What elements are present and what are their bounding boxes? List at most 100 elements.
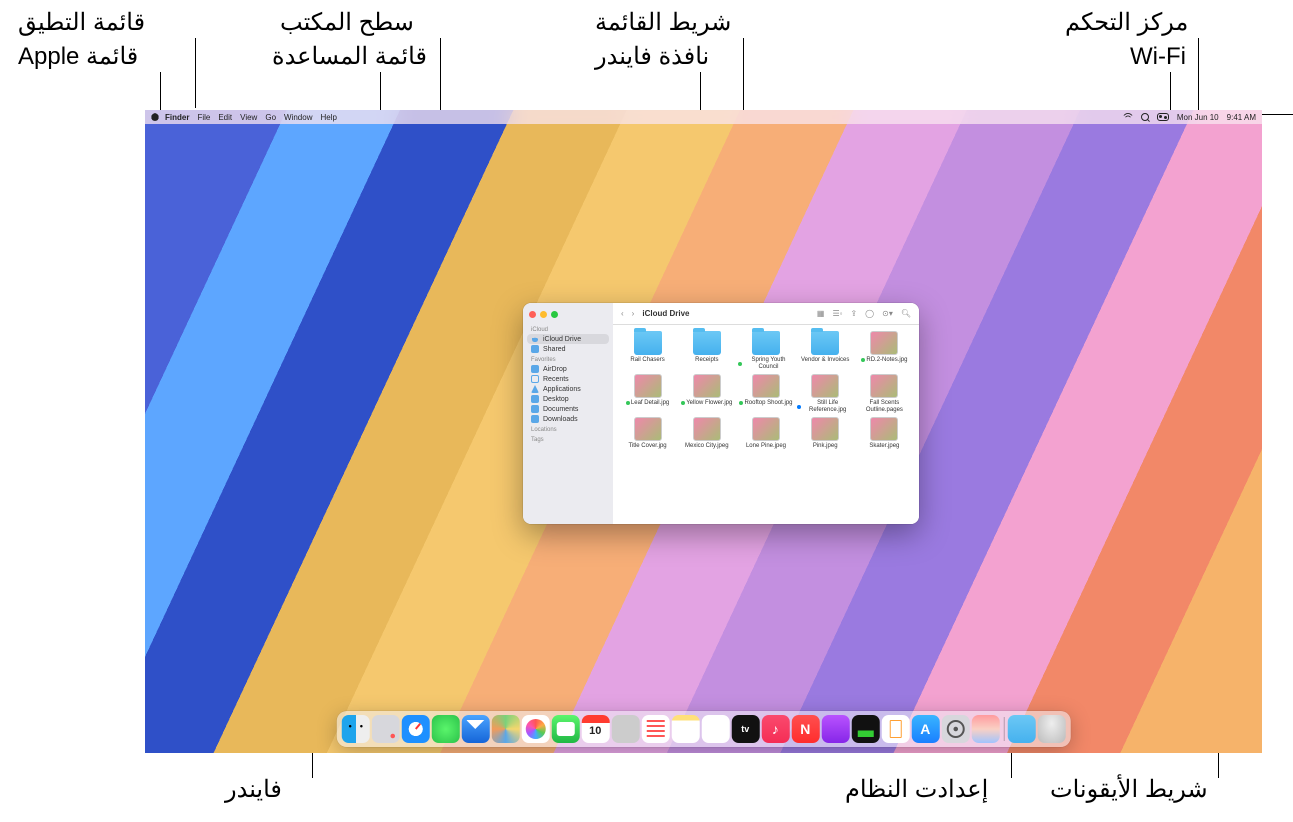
image-thumbnail-icon bbox=[693, 374, 721, 398]
file-item[interactable]: Mexico City.jpeg bbox=[678, 417, 735, 450]
dock-app-photos[interactable] bbox=[521, 715, 549, 743]
menubar-time[interactable]: 9:41 AM bbox=[1227, 113, 1256, 122]
sidebar-section-label: iCloud bbox=[523, 324, 613, 334]
dock-app-colors[interactable] bbox=[971, 715, 999, 743]
close-button[interactable] bbox=[529, 311, 536, 318]
sidebar-item-downloads[interactable]: Downloads bbox=[523, 414, 613, 424]
back-button[interactable]: ‹ bbox=[621, 309, 624, 318]
file-item[interactable]: Vendor & Invoices bbox=[797, 331, 854, 370]
sidebar-item-applications[interactable]: Applications bbox=[523, 384, 613, 394]
file-label: Vendor & Invoices bbox=[801, 357, 849, 364]
sidebar-section-label: Locations bbox=[523, 424, 613, 434]
dock-app-tv[interactable] bbox=[731, 715, 759, 743]
control-center-icon[interactable] bbox=[1157, 113, 1169, 121]
menu-edit[interactable]: Edit bbox=[218, 113, 232, 122]
file-item[interactable]: Title Cover.jpg bbox=[619, 417, 676, 450]
tag-dot-icon bbox=[681, 401, 685, 405]
file-label: Lone Pine.jpeg bbox=[746, 443, 786, 450]
sidebar-section-label: Tags bbox=[523, 434, 613, 444]
menu-window[interactable]: Window bbox=[284, 113, 312, 122]
sidebar-item-desktop[interactable]: Desktop bbox=[523, 394, 613, 404]
file-label: Receipts bbox=[695, 357, 718, 364]
sidebar-item-airdrop[interactable]: AirDrop bbox=[523, 364, 613, 374]
app-menu[interactable]: Finder bbox=[165, 113, 189, 122]
wifi-icon[interactable] bbox=[1123, 113, 1133, 121]
file-item[interactable]: Receipts bbox=[678, 331, 735, 370]
dock-app-launchpad[interactable] bbox=[371, 715, 399, 743]
folder-icon bbox=[634, 331, 662, 355]
zoom-button[interactable] bbox=[551, 311, 558, 318]
callout-line bbox=[1011, 750, 1012, 778]
dock-app-stocks[interactable] bbox=[851, 715, 879, 743]
sidebar-item-recents[interactable]: Recents bbox=[523, 374, 613, 384]
file-item[interactable]: Fall Scents Outline.pages bbox=[856, 374, 913, 413]
tags-button[interactable]: ◯ bbox=[865, 309, 874, 318]
dock-app-safari[interactable] bbox=[401, 715, 429, 743]
finder-main: ‹ › iCloud Drive ▦ ☰◦ ⇪ ◯ ⊙▾ 🔍︎ Rail Cha… bbox=[613, 303, 919, 524]
callout-line bbox=[743, 38, 744, 112]
file-label: Leaf Detail.jpg bbox=[626, 400, 669, 407]
forward-button[interactable]: › bbox=[632, 309, 635, 318]
minimize-button[interactable] bbox=[540, 311, 547, 318]
image-thumbnail-icon bbox=[811, 374, 839, 398]
dock-app-facetime[interactable] bbox=[551, 715, 579, 743]
menu-view[interactable]: View bbox=[240, 113, 257, 122]
sidebar-item-label: AirDrop bbox=[543, 366, 567, 373]
file-item[interactable]: Skater.jpeg bbox=[856, 417, 913, 450]
callout-system-settings: إعدادت النظام bbox=[845, 775, 988, 805]
image-thumbnail-icon bbox=[634, 417, 662, 441]
image-thumbnail-icon bbox=[752, 417, 780, 441]
menu-file[interactable]: File bbox=[197, 113, 210, 122]
view-icon-button[interactable]: ▦ bbox=[817, 309, 825, 318]
callout-line bbox=[1170, 72, 1171, 114]
dock-app-reminders[interactable] bbox=[641, 715, 669, 743]
callout-line bbox=[312, 750, 313, 778]
file-item[interactable]: Leaf Detail.jpg bbox=[619, 374, 676, 413]
dock-app-freeform[interactable] bbox=[701, 715, 729, 743]
menu-help[interactable]: Help bbox=[320, 113, 336, 122]
file-item[interactable]: Rooftop Shoot.jpg bbox=[737, 374, 794, 413]
search-button[interactable]: 🔍︎ bbox=[901, 309, 911, 318]
dock-app-settings[interactable] bbox=[941, 715, 969, 743]
file-item[interactable]: Spring Youth Council bbox=[737, 331, 794, 370]
finder-title: iCloud Drive bbox=[642, 309, 689, 318]
apple-menu-icon[interactable] bbox=[151, 113, 159, 121]
dock-app-maps[interactable] bbox=[491, 715, 519, 743]
dock-app-messages[interactable] bbox=[431, 715, 459, 743]
share-button[interactable]: ⇪ bbox=[850, 309, 857, 318]
dock-app-calendar[interactable] bbox=[581, 715, 609, 743]
dock-app-mail[interactable] bbox=[461, 715, 489, 743]
file-label: Skater.jpeg bbox=[869, 443, 899, 450]
file-label: Yellow Flower.jpg bbox=[681, 400, 732, 407]
dock-app-pages[interactable] bbox=[881, 715, 909, 743]
callout-line bbox=[160, 72, 161, 112]
file-item[interactable]: Yellow Flower.jpg bbox=[678, 374, 735, 413]
file-item[interactable]: Still Life Reference.jpg bbox=[797, 374, 854, 413]
file-item[interactable]: Rail Chasers bbox=[619, 331, 676, 370]
dock-app-news[interactable] bbox=[791, 715, 819, 743]
menu-go[interactable]: Go bbox=[265, 113, 276, 122]
dock-app-appstore[interactable] bbox=[911, 715, 939, 743]
dock-app-music[interactable] bbox=[761, 715, 789, 743]
dock-app-contacts[interactable] bbox=[611, 715, 639, 743]
callout-line bbox=[380, 72, 381, 114]
spotlight-icon[interactable] bbox=[1141, 113, 1149, 121]
dock-app-dl-folder[interactable] bbox=[1008, 715, 1036, 743]
file-item[interactable]: Lone Pine.jpeg bbox=[737, 417, 794, 450]
file-item[interactable]: RD.2-Notes.jpg bbox=[856, 331, 913, 370]
file-label: Fall Scents Outline.pages bbox=[856, 400, 912, 413]
file-item[interactable]: Pink.jpeg bbox=[797, 417, 854, 450]
dock-app-trash[interactable] bbox=[1038, 715, 1066, 743]
dock-app-notes[interactable] bbox=[671, 715, 699, 743]
menubar-date[interactable]: Mon Jun 10 bbox=[1177, 113, 1219, 122]
sidebar-item-shared[interactable]: Shared bbox=[523, 344, 613, 354]
sidebar-item-documents[interactable]: Documents bbox=[523, 404, 613, 414]
dock-app-podcasts[interactable] bbox=[821, 715, 849, 743]
callout-dock: شريط الأيقونات bbox=[1050, 775, 1208, 805]
sidebar-item-icloud-drive[interactable]: iCloud Drive bbox=[527, 334, 609, 344]
dock-app-finder[interactable] bbox=[341, 715, 369, 743]
sidebar-item-label: Documents bbox=[543, 406, 578, 413]
group-button[interactable]: ☰◦ bbox=[832, 309, 842, 318]
action-button[interactable]: ⊙▾ bbox=[882, 309, 893, 318]
callout-finder-dock: فايندر bbox=[225, 775, 282, 805]
